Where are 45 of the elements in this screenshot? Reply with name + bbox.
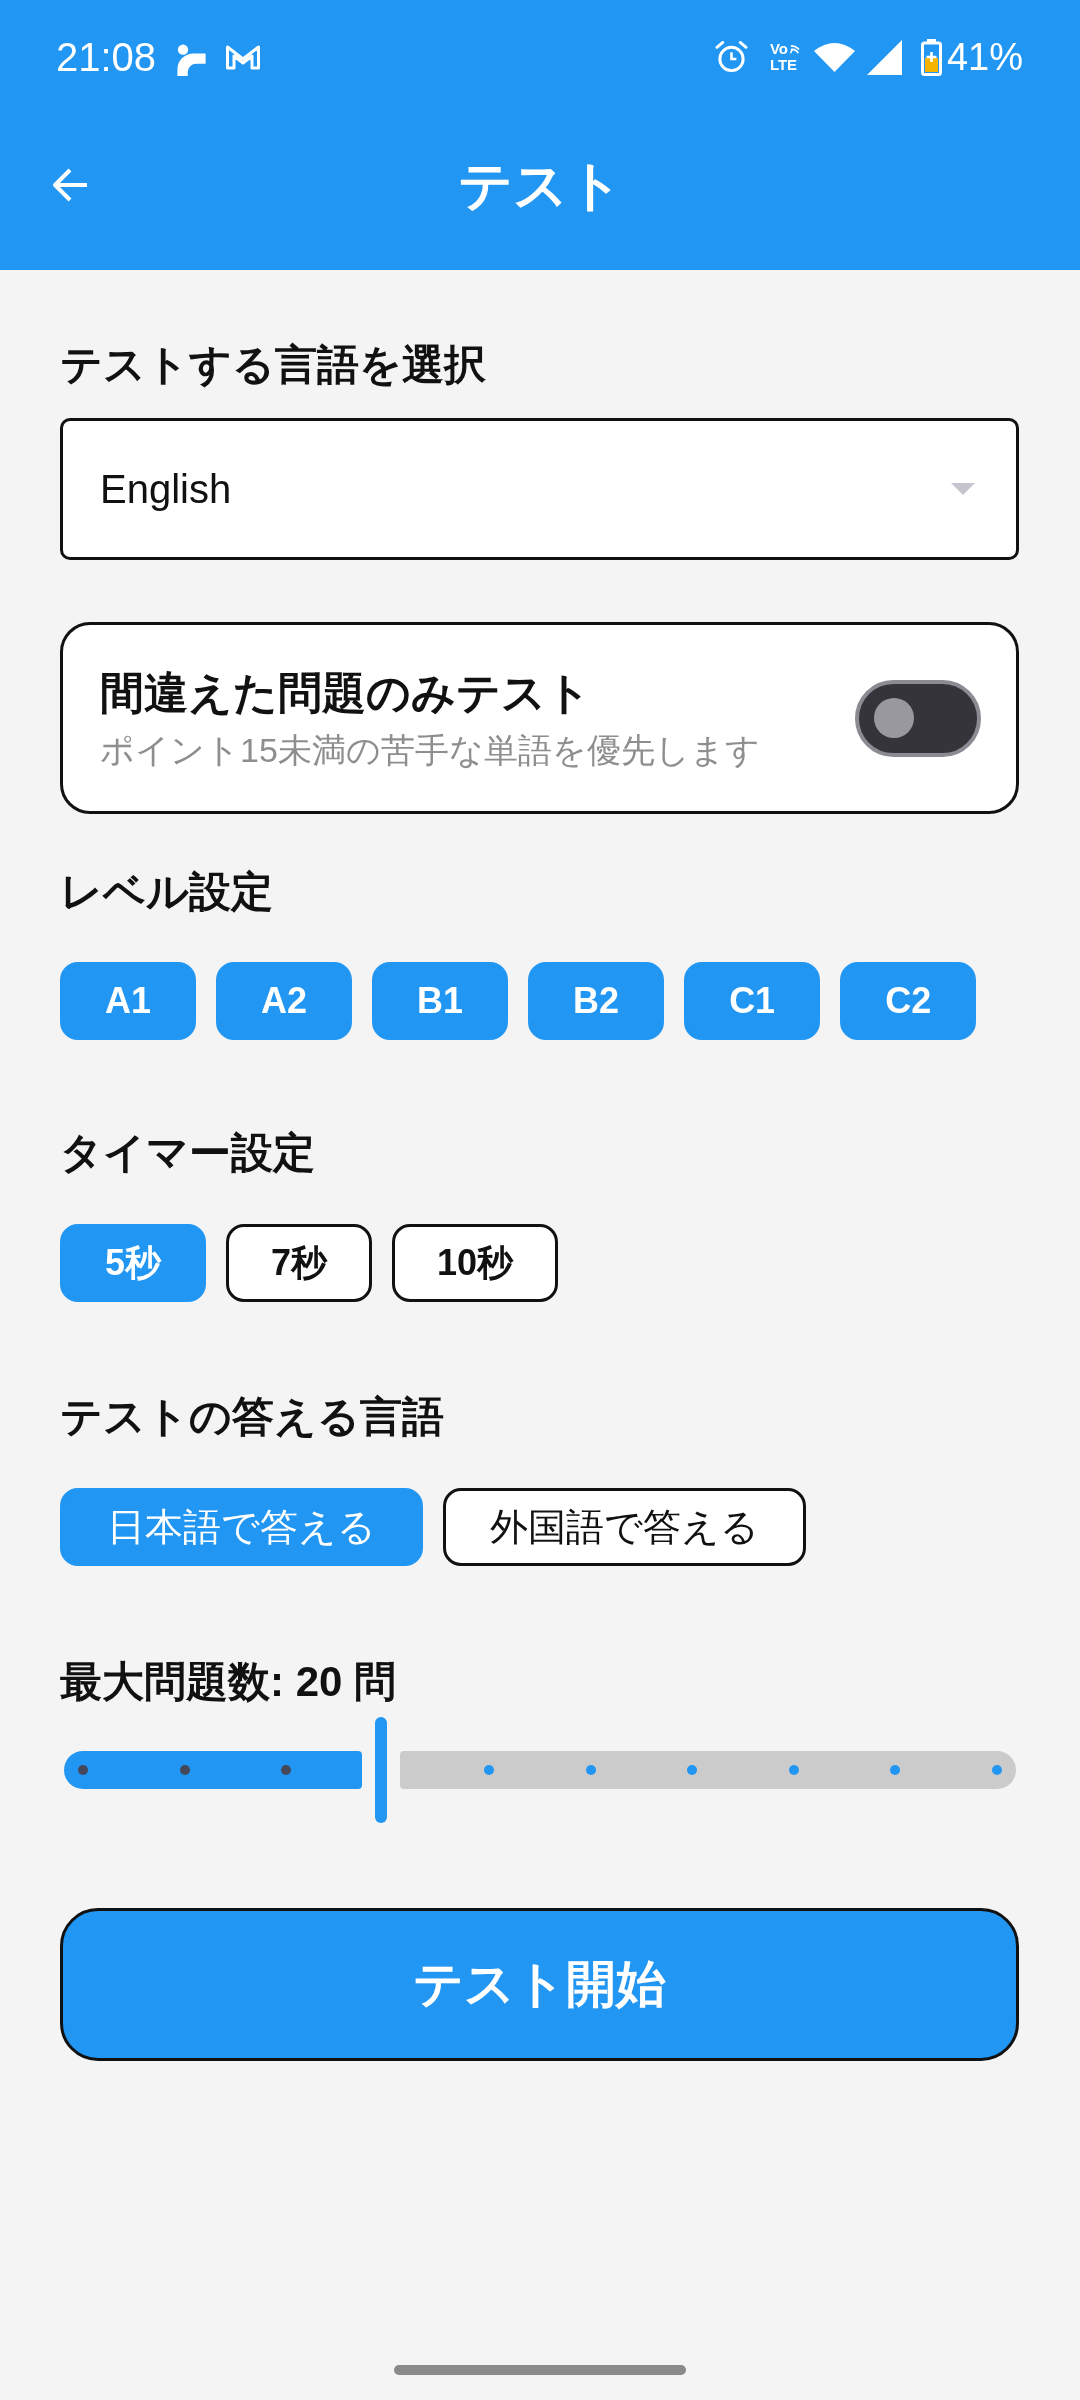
timer-chip[interactable]: 10秒 <box>392 1224 559 1302</box>
level-chip[interactable]: C1 <box>684 962 821 1040</box>
level-chip[interactable]: C2 <box>840 962 977 1040</box>
alarm-clock-icon <box>714 40 748 74</box>
status-time: 21:08 <box>56 34 157 81</box>
answer-language-chip[interactable]: 日本語で答える <box>60 1488 423 1566</box>
tick-dot-icon <box>687 1765 698 1775</box>
tick-dot-icon <box>788 1765 799 1775</box>
start-test-button[interactable]: テスト開始 <box>60 1908 1019 2061</box>
level-chip[interactable]: B1 <box>372 962 509 1040</box>
section-label: レベル設定 <box>60 867 273 917</box>
dropdown-caret-icon <box>951 483 975 495</box>
tick-dot-icon <box>179 1765 190 1775</box>
question-count-slider[interactable] <box>64 1717 1016 1823</box>
level-chip[interactable]: B2 <box>528 962 665 1040</box>
dot-and-arc-icon <box>177 44 207 76</box>
switch-knob <box>874 698 914 738</box>
timer-chip[interactable]: 5秒 <box>60 1224 207 1302</box>
tick-dot-icon <box>890 1765 901 1775</box>
language-dropdown[interactable]: English <box>60 418 1019 560</box>
section-label: 最大問題数: 20 問 <box>60 1657 397 1707</box>
level-chip[interactable]: A1 <box>60 962 197 1040</box>
level-chip[interactable]: A2 <box>216 962 353 1040</box>
section-label: タイマー設定 <box>60 1128 315 1178</box>
tick-dot-icon <box>484 1765 495 1775</box>
mail-icon <box>225 44 262 70</box>
answer-language-chip[interactable]: 外国語で答える <box>443 1488 806 1566</box>
setting-title: 間違えた問題のみテスト <box>100 666 592 719</box>
tick-dot-icon <box>78 1765 88 1775</box>
screen-title: テスト <box>457 154 623 217</box>
tick-dot-icon <box>281 1765 292 1775</box>
section-label: テストの答える言語 <box>60 1392 444 1442</box>
timer-chip[interactable]: 7秒 <box>226 1224 373 1302</box>
section-label: テストする言語を選択 <box>60 340 486 390</box>
tick-dot-icon <box>992 1765 1002 1775</box>
tick-dot-icon <box>585 1765 596 1775</box>
wifi-icon <box>813 42 855 72</box>
call-waves-icon <box>788 43 800 55</box>
volte-label: Vo <box>769 41 788 57</box>
slider-thumb[interactable] <box>375 1717 387 1823</box>
setting-description: ポイント15未満の苦手な単語を優先します <box>100 729 760 771</box>
signal-icon <box>866 39 902 75</box>
battery-percent: 41% <box>946 35 1023 80</box>
lte-label: LTE <box>769 57 798 73</box>
battery-icon <box>920 38 942 76</box>
